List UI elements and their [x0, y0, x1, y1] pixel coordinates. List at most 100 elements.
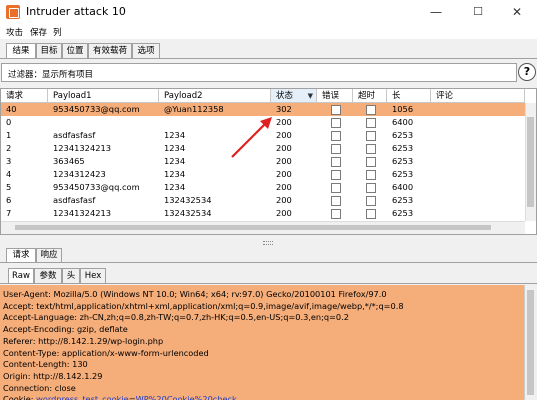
maximize-button[interactable]: ☐ [458, 0, 498, 24]
cell-payload1 [48, 116, 159, 129]
tab-raw[interactable]: Raw [8, 268, 34, 283]
cell-request: 2 [6, 143, 12, 153]
filter-bar[interactable]: 过滤器：显示所有项目 [1, 63, 517, 82]
tab-positions[interactable]: 位置 [62, 43, 88, 58]
error-checkbox[interactable] [331, 183, 341, 193]
splitter-grip-icon[interactable] [263, 241, 273, 245]
cell-comment [431, 207, 525, 220]
window-title: Intruder attack 10 [26, 5, 126, 18]
timeout-checkbox[interactable] [366, 105, 376, 115]
cell-payload2: 1234 [164, 169, 186, 179]
timeout-checkbox[interactable] [366, 144, 376, 154]
request-editor[interactable]: User-Agent: Mozilla/5.0 (Windows NT 10.0… [0, 285, 537, 400]
timeout-checkbox[interactable] [366, 170, 376, 180]
close-button[interactable]: ✕ [497, 0, 537, 24]
timeout-checkbox[interactable] [366, 183, 376, 193]
tab-target[interactable]: 目标 [36, 43, 62, 58]
burp-app-icon [6, 5, 20, 19]
col-header-length[interactable]: 长 [387, 89, 431, 103]
tab-params[interactable]: 参数 [34, 268, 62, 283]
error-checkbox[interactable] [331, 105, 341, 115]
col-header-payload1[interactable]: Payload1 [48, 89, 159, 103]
minimize-button[interactable]: — [416, 0, 456, 24]
col-header-error[interactable]: 错误 [317, 89, 353, 103]
cell-comment [431, 129, 525, 142]
view-tabs-divider [0, 283, 537, 284]
timeout-checkbox[interactable] [366, 196, 376, 206]
menu-columns[interactable]: 列 [53, 26, 62, 38]
timeout-checkbox[interactable] [366, 157, 376, 167]
help-icon[interactable]: ? [518, 63, 536, 81]
cell-length: 6400 [392, 117, 414, 127]
timeout-checkbox[interactable] [366, 118, 376, 128]
cell-length: 1056 [392, 104, 414, 114]
table-vertical-scroll-thumb[interactable] [527, 117, 534, 207]
request-header-line: Referer: http://8.142.1.29/wp-login.php [3, 335, 164, 346]
cell-length: 6253 [392, 130, 414, 140]
table-row[interactable]: 5 953450733@qq.com 1234 200 6400 [1, 181, 525, 194]
tab-response[interactable]: 响应 [36, 248, 62, 262]
col-header-comment[interactable]: 评论 [431, 89, 525, 103]
timeout-checkbox[interactable] [366, 131, 376, 141]
tab-request[interactable]: 请求 [6, 248, 36, 262]
cell-payload2: 132432534 [164, 208, 212, 218]
error-checkbox[interactable] [331, 157, 341, 167]
menu-attack[interactable]: 攻击 [6, 26, 23, 38]
request-tabs-divider [0, 262, 537, 263]
cell-payload1: 363465 [53, 156, 85, 166]
cell-status: 200 [276, 169, 292, 179]
col-header-payload2[interactable]: Payload2 [159, 89, 271, 103]
table-row[interactable]: 7 12341324213 132432534 200 6253 [1, 207, 525, 220]
cell-status: 200 [276, 195, 292, 205]
col-header-status[interactable]: 状态 ▼ [271, 89, 317, 103]
cell-length: 6253 [392, 169, 414, 179]
tab-headers[interactable]: 头 [62, 268, 80, 283]
sort-desc-icon: ▼ [307, 92, 313, 100]
error-checkbox[interactable] [331, 209, 341, 219]
cell-payload1: asdfasfasf [53, 130, 96, 140]
table-row[interactable]: 4 1234312423 1234 200 6253 [1, 168, 525, 181]
request-header-line: Accept: text/html,application/xhtml+xml,… [3, 300, 404, 311]
menu-bar [0, 24, 537, 39]
col-header-request[interactable]: 请求 [1, 89, 48, 103]
request-vertical-scroll-thumb[interactable] [527, 290, 534, 395]
timeout-checkbox[interactable] [366, 209, 376, 219]
request-header-line: Accept-Language: zh-CN,zh;q=0.8,zh-TW;q=… [3, 312, 349, 323]
error-checkbox[interactable] [331, 196, 341, 206]
error-checkbox[interactable] [331, 170, 341, 180]
cell-payload1: 12341324213 [53, 208, 112, 218]
request-header-line: Connection: close [3, 382, 76, 393]
request-header-line: Content-Length: 130 [3, 359, 88, 370]
menu-save[interactable]: 保存 [30, 26, 47, 38]
tab-hex[interactable]: Hex [80, 268, 106, 283]
error-checkbox[interactable] [331, 144, 341, 154]
cookie-value: WP%20Cookie%20check [135, 394, 237, 400]
cell-comment [431, 103, 525, 116]
cell-request: 3 [6, 156, 12, 166]
cell-comment [431, 155, 525, 168]
error-checkbox[interactable] [331, 131, 341, 141]
cell-status: 200 [276, 208, 292, 218]
cell-request: 5 [6, 182, 12, 192]
cell-length: 6253 [392, 143, 414, 153]
annotation-arrow-icon [231, 117, 272, 158]
cell-payload1: asdfasfasf [53, 195, 96, 205]
tab-payloads[interactable]: 有效载荷 [88, 43, 132, 58]
request-header-line: Content-Type: application/x-www-form-url… [3, 347, 209, 358]
cell-request: 7 [6, 208, 12, 218]
cookie-name: wordpress_test_cookie [36, 394, 129, 400]
tab-results[interactable]: 结果 [6, 43, 36, 59]
cookie-prefix: Cookie: [3, 394, 37, 400]
cell-payload2: 1234 [164, 182, 186, 192]
cookie-equals: = [128, 394, 136, 400]
table-horizontal-scroll-thumb[interactable] [15, 225, 491, 230]
cell-status: 200 [276, 182, 292, 192]
cell-request: 0 [6, 117, 12, 127]
col-header-timeout[interactable]: 超时 [353, 89, 387, 103]
table-row[interactable]: 6 asdfasfasf 132432534 200 6253 [1, 194, 525, 207]
tab-options[interactable]: 选项 [132, 43, 160, 58]
cell-request: 6 [6, 195, 12, 205]
error-checkbox[interactable] [331, 118, 341, 128]
cell-comment [431, 168, 525, 181]
cell-comment [431, 194, 525, 207]
